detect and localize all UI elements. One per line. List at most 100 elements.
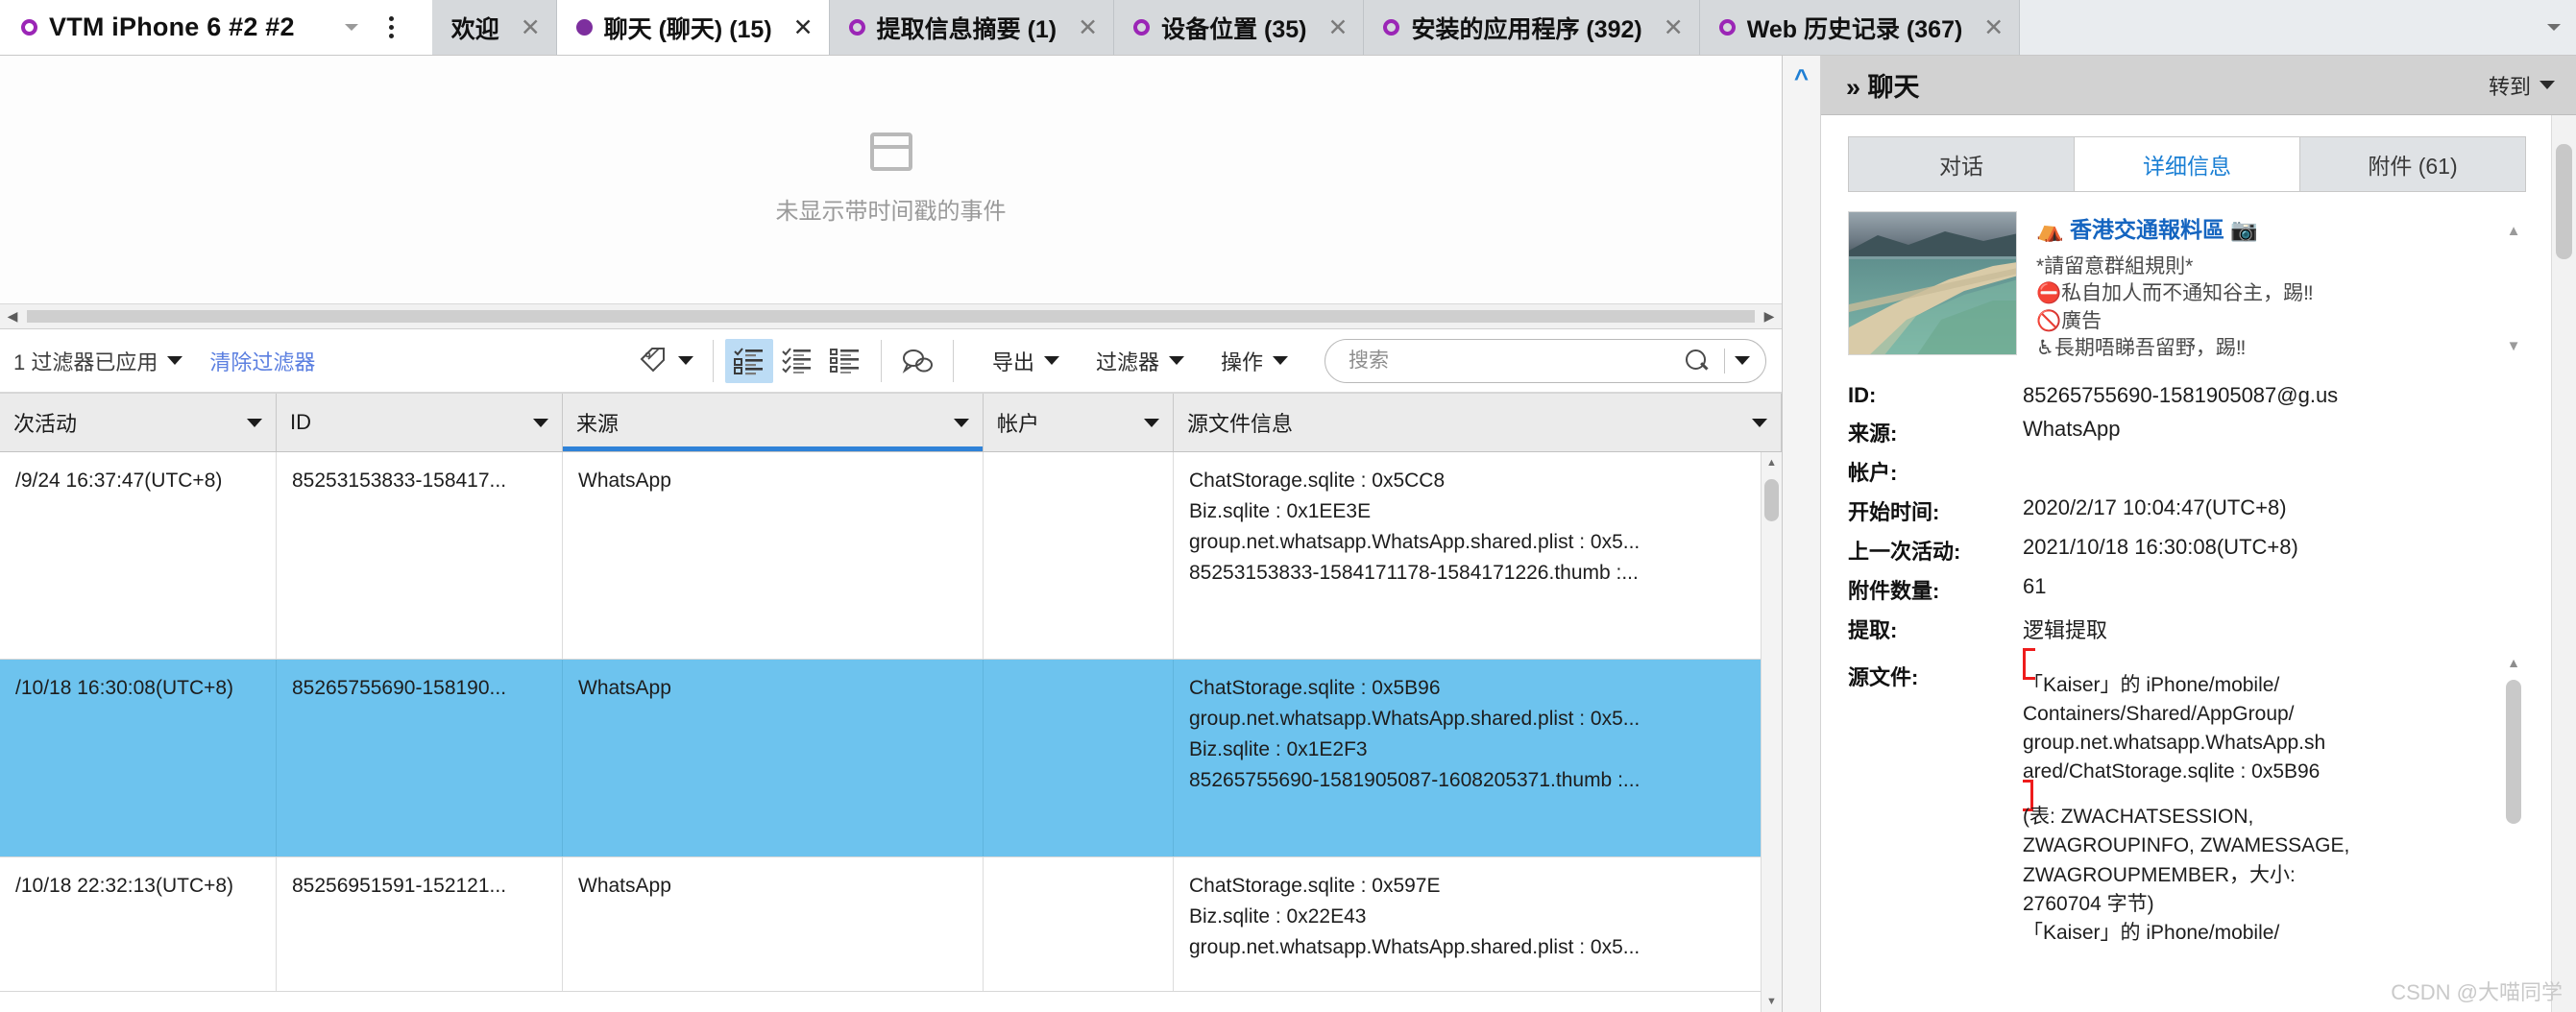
close-icon[interactable]: ✕ <box>521 13 541 42</box>
tab-label: 提取信息摘要 (1) <box>877 11 1057 45</box>
field-row: 帐户: <box>1848 456 2526 487</box>
scroll-right-icon[interactable]: ▶ <box>1757 308 1782 325</box>
tab-attachments[interactable]: 附件 (61) <box>2300 137 2525 191</box>
search-icon[interactable] <box>1684 349 1709 373</box>
column-header-source[interactable]: 来源 <box>563 394 984 451</box>
case-dropdown-icon[interactable] <box>345 24 358 31</box>
scroll-up-icon[interactable]: ▲ <box>2501 655 2526 670</box>
column-header-source-file-info[interactable]: 源文件信息 <box>1174 394 1782 451</box>
tab-extraction-summary[interactable]: 提取信息摘要 (1) ✕ <box>830 0 1114 55</box>
tab-details[interactable]: 详细信息 <box>2075 137 2300 191</box>
source-file-scrollbar[interactable]: ▲ <box>2501 655 2526 964</box>
column-header-activity[interactable]: 次活动 <box>0 394 277 451</box>
field-value: 61 <box>2023 574 2526 599</box>
tab-chats[interactable]: 聊天 (聊天) (15) ✕ <box>557 0 830 55</box>
field-value: 2021/10/18 16:30:08(UTC+8) <box>2023 535 2526 560</box>
view-compact-list-button[interactable] <box>821 339 869 383</box>
field-row: 开始时间:2020/2/17 10:04:47(UTC+8) <box>1848 495 2526 526</box>
column-header-id[interactable]: ID <box>277 394 563 451</box>
description-scrollbar[interactable]: ▲ ▼ <box>2501 211 2526 362</box>
view-detail-list-button[interactable] <box>725 339 773 383</box>
table-row[interactable]: /10/18 16:30:08(UTC+8) 85265755690-15819… <box>0 660 1782 857</box>
chevron-down-icon[interactable] <box>533 419 548 427</box>
case-title[interactable]: VTM iPhone 6 #2 #2 <box>0 0 432 55</box>
tab-label: 欢迎 <box>451 11 499 45</box>
tab-web-history[interactable]: Web 历史记录 (367) ✕ <box>1700 0 2021 55</box>
close-icon[interactable]: ✕ <box>1664 13 1684 42</box>
scroll-thumb[interactable] <box>1764 479 1779 521</box>
view-checklist-button[interactable] <box>773 339 821 383</box>
scroll-up-icon[interactable]: ▲ <box>2507 223 2521 239</box>
close-icon[interactable]: ✕ <box>793 13 814 42</box>
field-key: ID: <box>1848 383 2023 408</box>
scroll-down-icon[interactable]: ▼ <box>2507 338 2521 354</box>
tag-button[interactable] <box>632 339 701 383</box>
chevron-down-icon <box>2540 81 2555 89</box>
chevron-down-icon[interactable] <box>247 419 262 427</box>
tab-bar: VTM iPhone 6 #2 #2 欢迎 ✕ 聊天 (聊天) (15) ✕ 提… <box>0 0 2576 56</box>
tab-installed-apps[interactable]: 安装的应用程序 (392) ✕ <box>1364 0 1699 55</box>
application-window: VTM iPhone 6 #2 #2 欢迎 ✕ 聊天 (聊天) (15) ✕ 提… <box>0 0 2576 1012</box>
table-row[interactable]: /9/24 16:37:47(UTC+8) 85253153833-158417… <box>0 452 1782 660</box>
results-table: 次活动 ID 来源 帐户 源文件信息 <box>0 393 1782 1012</box>
close-icon[interactable]: ✕ <box>1328 13 1349 42</box>
table-vertical-scrollbar[interactable]: ▲ ▼ <box>1761 452 1782 1012</box>
actions-menu[interactable]: 操作 <box>1211 346 1298 376</box>
chat-bubbles-icon <box>901 347 934 375</box>
search-box[interactable] <box>1324 339 1766 383</box>
tab-conversation[interactable]: 对话 <box>1849 137 2075 191</box>
column-label: ID <box>290 410 311 435</box>
search-divider <box>1724 349 1725 373</box>
close-icon[interactable]: ✕ <box>1983 13 2004 42</box>
avatar <box>1848 211 2017 355</box>
collapse-rail[interactable]: ^ <box>1783 56 1821 1012</box>
export-menu[interactable]: 导出 <box>983 346 1069 376</box>
group-name: ⛺ 香港交通報料區 📷 <box>2036 211 2501 244</box>
source-file-row: 源文件: 「Kaiser」的 iPhone/mobile/ Containers… <box>1848 655 2551 964</box>
details-header: » 聊天 转到 <box>1821 56 2576 115</box>
scroll-down-icon[interactable]: ▼ <box>1762 991 1782 1012</box>
actions-label: 操作 <box>1221 346 1263 376</box>
search-options-icon[interactable] <box>1735 356 1750 365</box>
chevron-down-icon[interactable] <box>1752 419 1767 427</box>
tab-bar-spacer <box>2020 0 2532 55</box>
cell-activity: /10/18 22:32:13(UTC+8) <box>0 857 277 991</box>
column-header-account[interactable]: 帐户 <box>984 394 1174 451</box>
scroll-up-icon[interactable]: ▲ <box>1762 452 1782 473</box>
close-icon[interactable]: ✕ <box>1078 13 1098 42</box>
chevron-down-icon <box>678 356 693 365</box>
conversation-view-button[interactable] <box>893 339 941 383</box>
chat-header: ⛺ 香港交通報料區 📷 *請留意群組規則* ⛔私自加人而不通知谷主，踢‼ 🚫廣告 <box>1848 211 2551 362</box>
more-options-icon[interactable] <box>383 16 415 38</box>
checklist-icon <box>781 347 814 375</box>
field-key: 开始时间: <box>1848 495 2023 526</box>
filters-applied-label[interactable]: 1 过滤器已应用 <box>13 346 158 376</box>
filter-toolbar: 1 过滤器已应用 清除过滤器 <box>0 329 1782 393</box>
cell-account <box>984 452 1174 659</box>
filters-dropdown-icon[interactable] <box>167 356 182 365</box>
filter-menu[interactable]: 过滤器 <box>1086 346 1194 376</box>
chevron-up-double-icon[interactable]: ^ <box>1794 65 1809 1012</box>
source-file-rest: (表: ZWACHATSESSION, ZWAGROUPINFO, ZWAMES… <box>2023 781 2501 965</box>
table-row[interactable]: /10/18 22:32:13(UTC+8) 85256951591-15212… <box>0 857 1782 992</box>
field-row: 附件数量:61 <box>1848 574 2526 605</box>
column-label: 次活动 <box>13 407 77 438</box>
empty-timeline-icon <box>870 133 912 171</box>
tab-label: 聊天 (聊天) (15) <box>604 11 772 45</box>
chevron-down-icon[interactable] <box>1144 419 1159 427</box>
search-input[interactable] <box>1349 349 1684 373</box>
tab-overflow-button[interactable] <box>2532 0 2576 55</box>
scroll-thumb[interactable] <box>2506 680 2521 824</box>
timeline-horizontal-scrollbar[interactable]: ◀ ▶ <box>0 303 1782 328</box>
scroll-left-icon[interactable]: ◀ <box>0 308 25 325</box>
clear-filters-link[interactable]: 清除过滤器 <box>209 346 315 376</box>
tab-welcome[interactable]: 欢迎 ✕ <box>432 0 557 55</box>
field-value: 85265755690-1581905087@g.us <box>2023 383 2526 408</box>
scroll-track[interactable] <box>27 310 1755 323</box>
scroll-thumb[interactable] <box>2556 144 2572 259</box>
details-field-list: ID:85265755690-1581905087@g.us 来源:WhatsA… <box>1848 383 2551 653</box>
goto-menu[interactable]: 转到 <box>2489 70 2555 101</box>
tab-device-locations[interactable]: 设备位置 (35) ✕ <box>1114 0 1364 55</box>
chevron-down-icon[interactable] <box>954 419 969 427</box>
details-vertical-scrollbar[interactable] <box>2551 115 2576 1012</box>
